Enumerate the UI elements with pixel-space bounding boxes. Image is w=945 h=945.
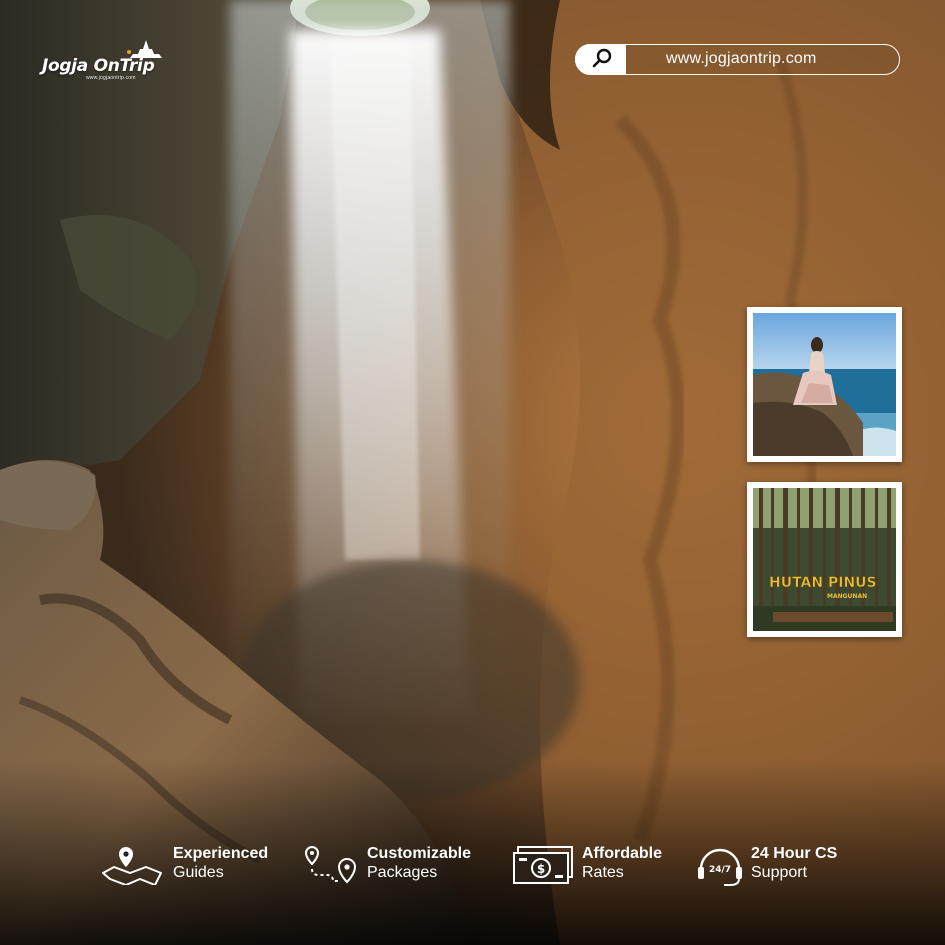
feature-subtitle: Rates bbox=[582, 864, 624, 881]
feature-customizable-packages: Customizable Packages bbox=[303, 840, 503, 900]
search-icon bbox=[592, 48, 612, 68]
map-pin-icon bbox=[102, 847, 162, 885]
brand-logo: Jogja OnTrip www.jogjaontrip.com bbox=[42, 40, 172, 84]
feature-subtitle: Support bbox=[751, 864, 808, 881]
promo-poster: Jogja OnTrip www.jogjaontrip.com www.jog… bbox=[0, 0, 945, 945]
headset-24-7-icon: 24/7 bbox=[698, 848, 742, 886]
logo-tagline: www.jogjaontrip.com bbox=[86, 75, 136, 81]
money-icon: $ bbox=[513, 846, 573, 884]
cave-light-beam-photo bbox=[0, 0, 945, 945]
feature-title: 24 Hour CS bbox=[751, 845, 838, 862]
sign-text: HUTAN PINUS bbox=[769, 575, 877, 591]
support-badge-text: 24/7 bbox=[709, 865, 731, 875]
feature-title: Experienced bbox=[173, 845, 269, 862]
coastal-rock-photo bbox=[753, 313, 896, 456]
sign-subtext: MANGUNAN bbox=[827, 593, 867, 600]
svg-text:$: $ bbox=[537, 862, 545, 876]
feature-experienced-guides: Experienced Guides bbox=[100, 840, 290, 900]
features-row: Experienced Guides Customizable Packages… bbox=[0, 840, 945, 900]
thumbnail-pine-forest: HUTAN PINUS MANGUNAN bbox=[747, 482, 902, 637]
feature-subtitle: Guides bbox=[173, 864, 224, 881]
website-url-text[interactable]: www.jogjaontrip.com bbox=[666, 50, 817, 68]
feature-title: Customizable bbox=[367, 845, 472, 862]
feature-affordable-rates: $ Affordable Rates bbox=[512, 840, 682, 900]
feature-subtitle: Packages bbox=[367, 864, 438, 881]
website-url-bar[interactable]: www.jogjaontrip.com bbox=[575, 44, 900, 75]
thumbnail-coastal-rock bbox=[747, 307, 902, 462]
route-icon bbox=[304, 845, 357, 884]
feature-24-hour-support: 24/7 24 Hour CS Support bbox=[696, 840, 856, 900]
pine-forest-photo: HUTAN PINUS MANGUNAN bbox=[753, 488, 896, 631]
logo-text: Jogja OnTrip bbox=[42, 56, 155, 76]
search-icon-container bbox=[575, 44, 626, 74]
feature-title: Affordable bbox=[582, 845, 662, 862]
